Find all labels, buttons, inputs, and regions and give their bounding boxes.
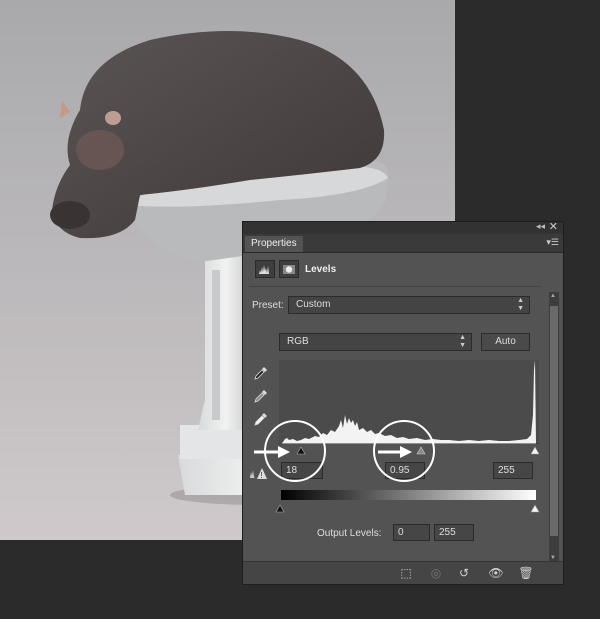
tab-properties[interactable]: Properties	[245, 236, 303, 252]
reset-icon[interactable]: ↺	[455, 564, 473, 582]
arrow-right-icon	[278, 446, 290, 458]
panel-scrollbar[interactable]: ▲ ▼	[549, 292, 559, 562]
clipping-warning-icon[interactable]: !	[249, 466, 271, 480]
auto-button[interactable]: Auto	[481, 333, 530, 351]
arrow-right-icon	[400, 446, 412, 458]
output-levels-label: Output Levels:	[317, 528, 382, 539]
svg-text:!: !	[261, 471, 263, 480]
levels-header: Levels	[253, 260, 553, 282]
white-eyedropper-icon[interactable]	[253, 411, 269, 427]
scroll-up-icon[interactable]: ▲	[550, 293, 556, 299]
double-chevron-icon[interactable]: ◂◂	[536, 221, 545, 232]
close-icon[interactable]: ✕	[549, 220, 558, 233]
preset-select[interactable]: Custom ▲ ▼	[288, 296, 530, 314]
white-point-slider[interactable]	[530, 446, 540, 455]
histogram-icon	[259, 265, 269, 274]
output-white-slider[interactable]	[530, 504, 540, 513]
updown-arrows-icon: ▲ ▼	[459, 334, 466, 349]
trash-icon[interactable]: 🗑	[517, 564, 535, 582]
black-eyedropper-icon[interactable]	[253, 365, 269, 381]
channel-select[interactable]: RGB ▲ ▼	[279, 333, 472, 351]
view-previous-state-icon[interactable]: ◎	[427, 564, 445, 582]
panel-title-strip: ◂◂ ✕	[243, 220, 563, 234]
output-white-field[interactable]: 255	[434, 524, 474, 541]
eye-visibility-icon[interactable]: 👁	[487, 564, 505, 582]
divider	[249, 286, 541, 287]
output-gradient-bar	[281, 490, 536, 500]
output-black-field[interactable]: 0	[393, 524, 430, 541]
clip-to-layer-icon[interactable]: ⬚	[397, 564, 415, 582]
input-white-field[interactable]: 255	[493, 462, 533, 479]
panel-title: Levels	[305, 264, 337, 275]
panel-bottom-toolbar: ⬚ ◎ ↺ 👁 🗑	[243, 561, 563, 584]
scroll-thumb[interactable]	[550, 306, 558, 536]
updown-arrows-icon: ▲ ▼	[517, 297, 524, 312]
mask-icon[interactable]	[279, 260, 299, 278]
levels-adjustment-icon[interactable]	[255, 260, 275, 278]
preset-label: Preset:	[252, 300, 284, 311]
output-black-slider[interactable]	[275, 504, 285, 513]
output-levels-slider[interactable]	[273, 502, 545, 514]
properties-panel: ◂◂ ✕ Properties ▾☰ Levels Preset: Custom…	[242, 221, 564, 585]
gray-eyedropper-icon[interactable]	[253, 388, 269, 404]
panel-tab-bar: Properties ▾☰	[243, 234, 563, 253]
panel-menu-icon[interactable]: ▾☰	[546, 237, 559, 248]
annotation-arrows	[254, 446, 412, 458]
